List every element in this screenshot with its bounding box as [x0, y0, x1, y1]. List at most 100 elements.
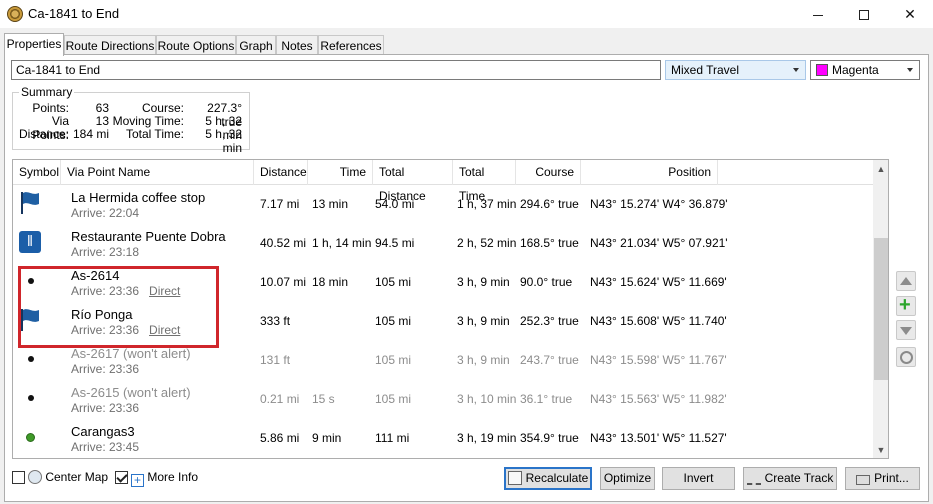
chevron-down-icon: [907, 68, 913, 72]
tab-route-options[interactable]: Route Options: [156, 35, 236, 55]
annotation-highlight-box: [18, 266, 219, 348]
cell-course: 252.3° true: [520, 314, 579, 328]
cell-course: 354.9° true: [520, 431, 579, 445]
close-button[interactable]: ✕: [887, 0, 933, 28]
arrive-label: Arrive: 23:36: [71, 401, 140, 415]
schedule-button[interactable]: [896, 347, 916, 367]
cell-distance: 40.52 mi: [260, 236, 307, 250]
cell-distance: 10.07 mi: [260, 275, 307, 289]
total-time-label: Total Time:: [125, 127, 184, 141]
cell-course: 90.0° true: [520, 275, 573, 289]
tab-properties[interactable]: Properties: [4, 33, 64, 56]
move-down-button[interactable]: [896, 320, 916, 340]
cell-course: 36.1° true: [520, 392, 573, 406]
cell-time: 18 min: [312, 275, 349, 289]
triangle-down-icon: [900, 327, 912, 335]
center-map-control: Center Map: [28, 470, 108, 484]
scroll-up-icon[interactable]: ▲: [873, 161, 888, 177]
cell-course: 294.6° true: [520, 197, 579, 211]
tab-graph[interactable]: Graph: [236, 35, 276, 55]
via-points-value: 13: [95, 114, 109, 128]
minimize-icon: [813, 14, 823, 16]
header-total-distance[interactable]: Total Distance: [373, 160, 453, 203]
invert-button[interactable]: Invert: [662, 467, 735, 490]
arrive-label: Arrive: 23:45: [71, 440, 140, 454]
cell-distance: 131 ft: [260, 353, 291, 367]
arrive-time: Arrive: 23:36: [71, 362, 139, 376]
arrive-label: Arrive: 23:36: [71, 362, 140, 376]
scroll-thumb[interactable]: [874, 238, 888, 380]
cell-position: N43° 15.563' W5° 11.982': [590, 392, 727, 406]
close-icon: ✕: [904, 6, 916, 22]
table-row[interactable]: As-2615 (won't alert) Arrive: 23:36 0.21 m…: [13, 379, 873, 418]
minimize-button[interactable]: [795, 0, 841, 28]
summary-box: Summary Points: 63 Via Points: 13 Distan…: [12, 85, 250, 155]
calculator-icon: [507, 471, 522, 485]
scroll-down-icon[interactable]: ▼: [873, 442, 888, 458]
arrive-time: Arrive: 23:36: [71, 401, 139, 415]
optimize-button[interactable]: Optimize: [600, 467, 655, 490]
table-row[interactable]: Carangas3 Arrive: 23:45 5.86 mi 9 min 111 mi…: [13, 418, 873, 457]
cell-course: 243.7° true: [520, 353, 579, 367]
route-name-input[interactable]: Ca-1841 to End: [11, 60, 661, 80]
dot-icon: [28, 395, 34, 401]
tab-notes[interactable]: Notes: [276, 35, 318, 55]
green-dot-icon: [26, 433, 35, 442]
track-icon: [746, 477, 761, 485]
vertical-scrollbar[interactable]: ▲ ▼: [873, 160, 888, 458]
move-up-button[interactable]: [896, 271, 916, 291]
header-position[interactable]: Position: [581, 160, 718, 185]
via-point-name[interactable]: La Hermida coffee stop: [71, 190, 205, 205]
distance-value: 184 mi: [72, 127, 109, 141]
chevron-down-icon: [793, 68, 799, 72]
restaurant-icon: ‖: [19, 231, 41, 253]
cell-position: N43° 13.501' W5° 11.527': [590, 431, 727, 445]
cell-position: N43° 15.274' W4° 36.879': [590, 197, 728, 211]
header-distance[interactable]: Distance: [254, 160, 308, 185]
title-bar: Ca-1841 to End ✕: [0, 0, 933, 28]
window-title: Ca-1841 to End: [28, 6, 120, 21]
recalculate-button[interactable]: Recalculate: [504, 467, 592, 490]
via-point-name[interactable]: As-2617 (won't alert): [71, 346, 191, 361]
cell-total-distance: 54.0 mi: [375, 197, 415, 211]
maximize-icon: [859, 10, 869, 21]
via-point-name[interactable]: Carangas3: [71, 424, 135, 439]
table-row[interactable]: ‖ Restaurante Puente Dobra Arrive: 23:18 40…: [13, 223, 873, 262]
more-info-checkbox[interactable]: [115, 471, 128, 484]
tab-references[interactable]: References: [318, 35, 384, 55]
maximize-button[interactable]: [841, 0, 887, 28]
create-track-button[interactable]: Create Track: [743, 467, 837, 490]
color-select[interactable]: Magenta: [810, 60, 920, 80]
travel-mode-select[interactable]: Mixed Travel: [665, 60, 806, 80]
header-course[interactable]: Course: [516, 160, 581, 185]
arrive-time: Arrive: 22:04: [71, 206, 139, 220]
color-value: Magenta: [832, 63, 879, 77]
via-point-name[interactable]: Restaurante Puente Dobra: [71, 229, 226, 244]
tab-route-directions[interactable]: Route Directions: [64, 35, 156, 55]
header-time[interactable]: Time: [308, 160, 373, 185]
center-map-checkbox[interactable]: [12, 471, 25, 484]
add-via-point-button[interactable]: +: [896, 294, 916, 316]
print-button[interactable]: Print...: [845, 467, 920, 490]
cell-distance: 5.86 mi: [260, 431, 300, 445]
cell-total-time: 3 h, 9 min: [457, 314, 510, 328]
more-info-icon: +: [131, 474, 144, 487]
travel-mode-value: Mixed Travel: [671, 63, 740, 77]
printer-icon: [856, 475, 871, 485]
cell-total-distance: 94.5 mi: [375, 236, 415, 250]
summary-title: Summary: [19, 85, 75, 99]
create-track-label: Create Track: [764, 471, 834, 485]
arrive-label: Arrive: 22:04: [71, 206, 140, 220]
table-row[interactable]: La Hermida coffee stop Arrive: 22:04 7.17 …: [13, 184, 873, 223]
cell-course: 168.5° true: [520, 236, 579, 250]
arrive-label: Arrive: 23:18: [71, 245, 140, 259]
points-label: Points:: [32, 101, 69, 115]
cell-total-distance: 111 mi: [375, 431, 410, 445]
cell-position: N43° 15.598' W5° 11.767': [590, 353, 727, 367]
header-total-time[interactable]: Total Time: [453, 160, 516, 203]
header-symbol[interactable]: Symbol: [13, 160, 61, 185]
header-via-point-name[interactable]: Via Point Name: [61, 160, 254, 185]
cell-total-time: 3 h, 10 min: [457, 392, 517, 406]
via-point-name[interactable]: As-2615 (won't alert): [71, 385, 191, 400]
points-value: 63: [95, 101, 109, 115]
